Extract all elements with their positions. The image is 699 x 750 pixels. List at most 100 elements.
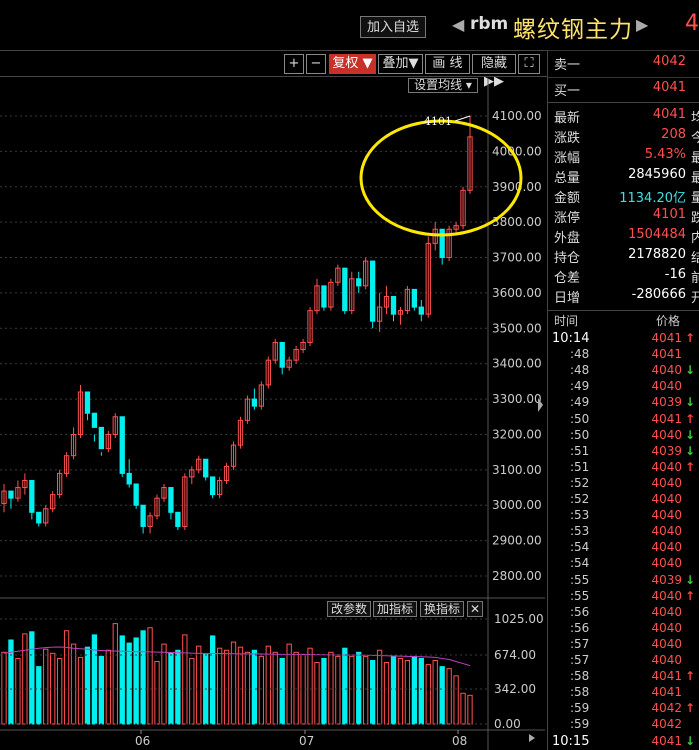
volume-bar	[91, 634, 98, 725]
quote-label: 买一	[554, 84, 581, 99]
arrow-down-icon: ↓	[684, 427, 695, 442]
tick-time: :57	[570, 653, 590, 667]
volume-tick-label: 674.00	[494, 648, 536, 662]
price-tick-label: 3600.00	[492, 286, 542, 300]
quote-label: 日增	[554, 291, 581, 306]
quote-row: 卖一 4042	[548, 54, 699, 74]
candle-body	[126, 472, 132, 485]
draw-line-button[interactable]: 画 线	[425, 54, 470, 74]
overlay-button[interactable]: 叠加▼	[378, 54, 423, 74]
tick-price: 4042	[651, 701, 682, 716]
arrow-down-icon: ↓	[684, 443, 695, 458]
add-to-watchlist-button[interactable]: 加入自选	[360, 16, 426, 38]
quote-value: 2845960	[628, 167, 686, 182]
volume-bar	[369, 659, 376, 725]
quote-value: 2178820	[628, 247, 686, 262]
tick-price: 4042	[651, 717, 682, 732]
volume-bar	[230, 641, 237, 725]
tick-price: 4041	[651, 669, 682, 684]
tick-time: :56	[570, 620, 590, 635]
title-bar: 加入自选 ◀ rbm 螺纹钢主力 ▶ 4	[0, 0, 699, 51]
change-params-button[interactable]: 改参数	[327, 601, 371, 617]
quote-suffix: 前	[691, 271, 699, 286]
tick-price: 4040	[651, 475, 682, 490]
hide-button[interactable]: 隐藏 ▶▶	[472, 54, 516, 89]
tick-time-header: 时间	[554, 314, 579, 328]
tick-time: :59	[570, 701, 590, 716]
prev-symbol-icon[interactable]: ◀	[452, 15, 464, 34]
tick-time: :58	[570, 685, 590, 700]
volume-bar	[63, 630, 70, 725]
quote-suffix: 今	[691, 131, 699, 146]
quote-label: 涨跌	[554, 131, 581, 146]
quote-row: 持仓 2178820 结	[548, 247, 699, 267]
volume-bar	[29, 631, 35, 725]
highlight-circle	[359, 119, 523, 237]
volume-bar	[77, 656, 84, 725]
price-tick-label: 2900.00	[492, 534, 542, 548]
price-tick-label: 3000.00	[492, 498, 542, 512]
arrow-up-icon: ↑	[684, 411, 695, 426]
tick-row: :51 4040 ↑	[548, 460, 699, 476]
volume-bar	[314, 662, 320, 725]
tick-row: :49 4039 ↓	[548, 395, 699, 411]
volume-bar	[293, 651, 299, 725]
tick-time: :55	[570, 588, 590, 603]
fullscreen-icon[interactable]: ⛶	[518, 54, 540, 74]
volume-bar	[258, 655, 264, 725]
volume-bar	[376, 649, 383, 725]
zoom-out-button[interactable]: −	[306, 54, 326, 74]
switch-indicator-button[interactable]: 换指标	[420, 601, 464, 617]
restore-rights-button[interactable]: 复权 ▼	[329, 54, 376, 74]
volume-bar	[404, 659, 411, 725]
zoom-in-button[interactable]: +	[284, 54, 304, 74]
candle-body	[175, 511, 181, 527]
candle-body	[251, 398, 258, 407]
volume-bar	[439, 666, 445, 725]
scroll-right-icon[interactable]	[529, 734, 535, 742]
tick-price: 4040	[651, 379, 682, 394]
close-indicator-icon[interactable]: ✕	[467, 601, 483, 617]
candle-body	[36, 511, 42, 524]
quote-row: 外盘 1504484 内	[548, 227, 699, 247]
quote-suffix: 量	[691, 191, 699, 206]
tick-price: 4040	[651, 588, 682, 603]
volume-bar	[286, 643, 292, 725]
tick-row: 10:14 4041 ↑	[548, 331, 699, 347]
volume-tick-label: 342.00	[494, 682, 536, 696]
volume-bar	[363, 655, 369, 725]
quote-value: 4041	[652, 107, 686, 122]
volume-bar	[411, 655, 418, 725]
quote-suffix: 内	[691, 231, 699, 246]
volume-bar	[105, 649, 111, 725]
quote-value: 4101	[652, 207, 686, 222]
tick-time: :50	[570, 411, 590, 426]
divider	[548, 102, 699, 103]
tick-time: :57	[570, 636, 590, 651]
quote-value: 5.43%	[644, 147, 686, 162]
volume-bar	[43, 648, 49, 725]
quote-value: 1134.20亿	[619, 191, 686, 206]
candle-body	[8, 490, 14, 499]
volume-bar	[342, 647, 348, 725]
candle-body	[356, 278, 362, 287]
tick-row: :55 4040 ↑	[548, 589, 699, 605]
volume-bar	[189, 657, 195, 725]
arrow-down-icon: ↓	[684, 572, 695, 587]
tick-price: 4040	[651, 459, 682, 474]
price-tick-label: 3400.00	[492, 357, 542, 371]
volume-bar	[418, 657, 424, 725]
tick-price: 4040	[651, 556, 682, 571]
price-tick-label: 3100.00	[492, 463, 542, 477]
tick-time: :49	[570, 395, 590, 410]
kline-chart[interactable]: 4100.004000.003900.003800.003700.003600.…	[0, 78, 545, 750]
tick-price: 4040	[651, 604, 682, 619]
volume-bar	[383, 662, 390, 725]
add-indicator-button[interactable]: 加指标	[373, 601, 417, 617]
volume-bar	[147, 627, 153, 725]
quote-label: 总量	[554, 171, 581, 186]
volume-bar	[15, 657, 21, 725]
volume-bar	[460, 692, 466, 725]
arrow-down-icon: ↓	[684, 395, 695, 410]
next-symbol-icon[interactable]: ▶	[636, 15, 648, 34]
